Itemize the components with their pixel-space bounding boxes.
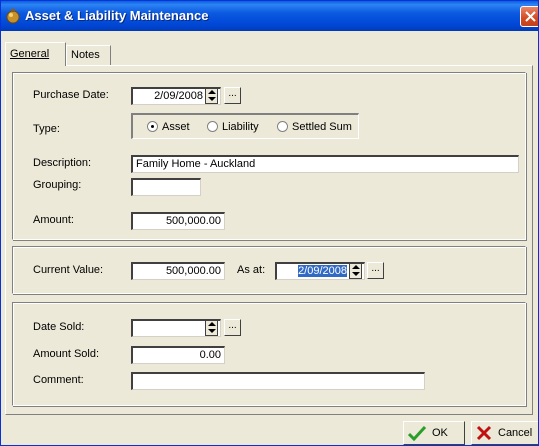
as-at-date-picker-button[interactable]: ... xyxy=(367,262,384,279)
grouping-label: Grouping: xyxy=(33,179,82,191)
cancel-x-icon xyxy=(476,425,492,441)
date-sold-spinner[interactable] xyxy=(205,320,218,336)
app-icon xyxy=(6,9,20,24)
comment-field[interactable] xyxy=(131,372,425,390)
tab-general-label: General xyxy=(10,48,50,60)
general-panel: Purchase Date: 2/09/2008 ... Type: Asset… xyxy=(5,65,533,415)
radio-unselected-icon xyxy=(277,121,288,132)
current-value-label: Current Value: xyxy=(33,264,104,276)
checkmark-icon xyxy=(408,425,426,441)
purchase-group: Purchase Date: 2/09/2008 ... Type: Asset… xyxy=(12,72,526,240)
amount-sold-label: Amount Sold: xyxy=(33,348,100,360)
sale-group: Date Sold: ... Amount Sold: 0.00 Comment… xyxy=(12,302,526,406)
purchase-date-label: Purchase Date: xyxy=(33,89,109,101)
current-value-group: Current Value: 500,000.00 As at: 2/09/20… xyxy=(12,246,526,294)
amount-label: Amount: xyxy=(33,214,74,226)
ok-label: OK xyxy=(432,427,448,439)
close-icon xyxy=(525,11,536,22)
title-bar[interactable]: Asset & Liability Maintenance xyxy=(1,1,538,31)
amount-field[interactable]: 500,000.00 xyxy=(131,212,225,230)
spinner-arrows-icon xyxy=(208,90,216,101)
as-at-date-value: 2/09/2008 xyxy=(298,265,347,277)
dialog-window: Asset & Liability Maintenance General No… xyxy=(0,0,539,446)
close-button[interactable] xyxy=(520,6,538,27)
grouping-field[interactable] xyxy=(131,178,201,196)
radio-unselected-icon xyxy=(207,121,218,132)
button-bar: OK Cancel xyxy=(1,419,538,445)
cancel-button[interactable]: Cancel xyxy=(471,421,538,445)
comment-label: Comment: xyxy=(33,374,84,386)
type-asset-label: Asset xyxy=(162,121,190,133)
type-settled-sum-label: Settled Sum xyxy=(292,121,352,133)
type-radio-group: Asset Liability Settled Sum xyxy=(131,113,359,139)
tab-notes-label: Notes xyxy=(71,49,100,61)
description-field[interactable]: Family Home - Auckland xyxy=(131,155,519,173)
purchase-date-picker-button[interactable]: ... xyxy=(224,87,241,104)
spinner-arrows-icon xyxy=(352,265,360,276)
description-label: Description: xyxy=(33,157,92,169)
current-value-field[interactable]: 500,000.00 xyxy=(131,262,225,280)
as-at-label: As at: xyxy=(237,264,266,276)
cancel-label: Cancel xyxy=(498,427,533,439)
ok-button[interactable]: OK xyxy=(403,421,465,445)
date-sold-picker-button[interactable]: ... xyxy=(224,319,241,336)
type-liability-label: Liability xyxy=(222,121,259,133)
spinner-arrows-icon xyxy=(208,322,216,333)
purchase-date-value: 2/09/2008 xyxy=(154,90,203,102)
radio-selected-icon xyxy=(147,121,158,132)
as-at-date-spinner[interactable] xyxy=(349,263,362,279)
date-sold-label: Date Sold: xyxy=(33,321,85,333)
type-label: Type: xyxy=(33,123,60,135)
tab-notes[interactable]: Notes xyxy=(66,45,111,65)
amount-sold-field[interactable]: 0.00 xyxy=(131,346,225,364)
tab-general[interactable]: General xyxy=(5,42,66,66)
purchase-date-spinner[interactable] xyxy=(205,88,218,104)
window-title: Asset & Liability Maintenance xyxy=(25,8,209,23)
